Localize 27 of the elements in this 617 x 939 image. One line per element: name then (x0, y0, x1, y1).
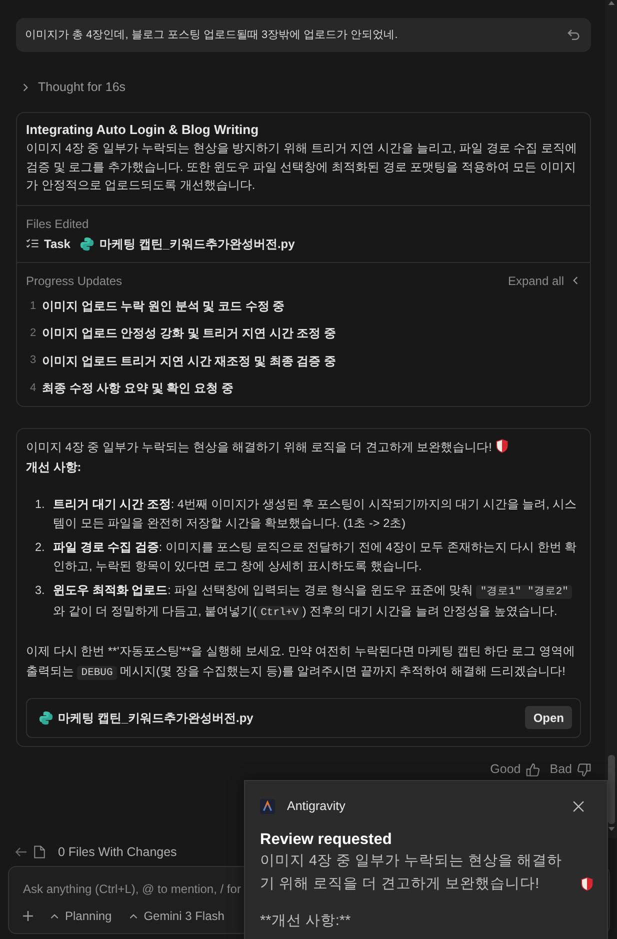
step-number: 4 (29, 380, 38, 396)
list-item-text: 파일 경로 수집 검증: 이미지를 포스팅 로직으로 전달하기 전에 4장이 모두 존재하는지 다시 한번 확인하고, 누락된 항목이 있다면 로그 창에 상세히 표시하도록 했습니다. (53, 538, 578, 576)
notification-text: 이미지 4장 중 일부가 누락되는 현상을 해결하기 위해 로직을 더 견고하게 보완했습니다! (260, 852, 564, 894)
step-text: 이미지 업로드 누락 원인 분석 및 코드 수정 중 (42, 298, 285, 316)
task-summary: 이미지 4장 중 일부가 누락되는 현상을 방지하기 위해 트리거 지연 시간을 늘리고, 파일 경로 수집 로직에 검증 및 로그를 추가했습니다. 또한 윈도우 파일 선택창에 최적화된 경로 포맷팅을 적용하여 모든 이미지가 안정적으로 업로드되도록 개선했습니다. (26, 140, 578, 194)
step-text: 이미지 업로드 안정성 강화 및 트리거 지연 시간 조정 중 (42, 325, 336, 342)
app-name: Antigravity (287, 798, 346, 815)
response-heading: 개선 사항: (26, 458, 82, 476)
task-title: Integrating Auto Login & Blog Writing (26, 121, 260, 139)
list-number: 3. (35, 582, 46, 599)
list-item-text: 트리거 대기 시간 조정: 4번째 이미지가 생성된 후 포스팅이 시작되기까지의 대기 시간을 늘려, 시스템이 모든 파일을 완전히 저장할 시간을 확보했습니다. (1초 -> 2초) (53, 496, 578, 532)
notification-title: Review requested (260, 830, 393, 850)
section-label: Files Edited (26, 216, 90, 232)
file-name: 마케팅 캡틴_키워드추가완성버전.py (58, 710, 254, 727)
step-number: 1 (29, 298, 38, 314)
list-number: 1. (35, 496, 46, 513)
section-label: Progress Updates (26, 272, 122, 290)
response-paragraph: 이제 다시 한번 **'자동포스팅'**을 실행해 보세요. 만약 여전히 누락된다면 마케팅 캡틴 하단 로그 영역에 출력되는 DEBUG 메시지(몇 장을 수집했는지 등)를 알려주시면 끝까지 추적하여 해결해 드리겠습니다! (26, 642, 576, 682)
step-number: 2 (29, 326, 38, 342)
step-number: 3 (29, 353, 38, 368)
step-text: 최종 수정 사항 요약 및 확인 요청 중 (42, 380, 234, 398)
step-text: 이미지 업로드 트리거 지연 시간 재조정 및 최종 검증 중 (42, 352, 336, 370)
list-number: 2. (35, 538, 46, 556)
user-message-text: 이미지가 총 4장인데, 블로그 포스팅 업로드될때 3장밖에 업로드가 안되었네. (25, 28, 398, 43)
response-text: 이미지 4장 중 일부가 누락되는 현상을 해결하기 위해 로직을 더 견고하게 보완했습니다! (26, 440, 492, 454)
notification-text: **개선 사항:** (260, 912, 351, 930)
list-item-text: 윈도우 최적화 업로드: 파일 선택창에 입력되는 경로 형식을 윈도우 표준에 맞춰 "경로1" "경로2" 와 같이 더 정밀하게 다듬고, 붙여넣기( Ctrl+V ) 전후의 대기 시간을 늘려 안정성을 높였습니다. (53, 580, 587, 624)
